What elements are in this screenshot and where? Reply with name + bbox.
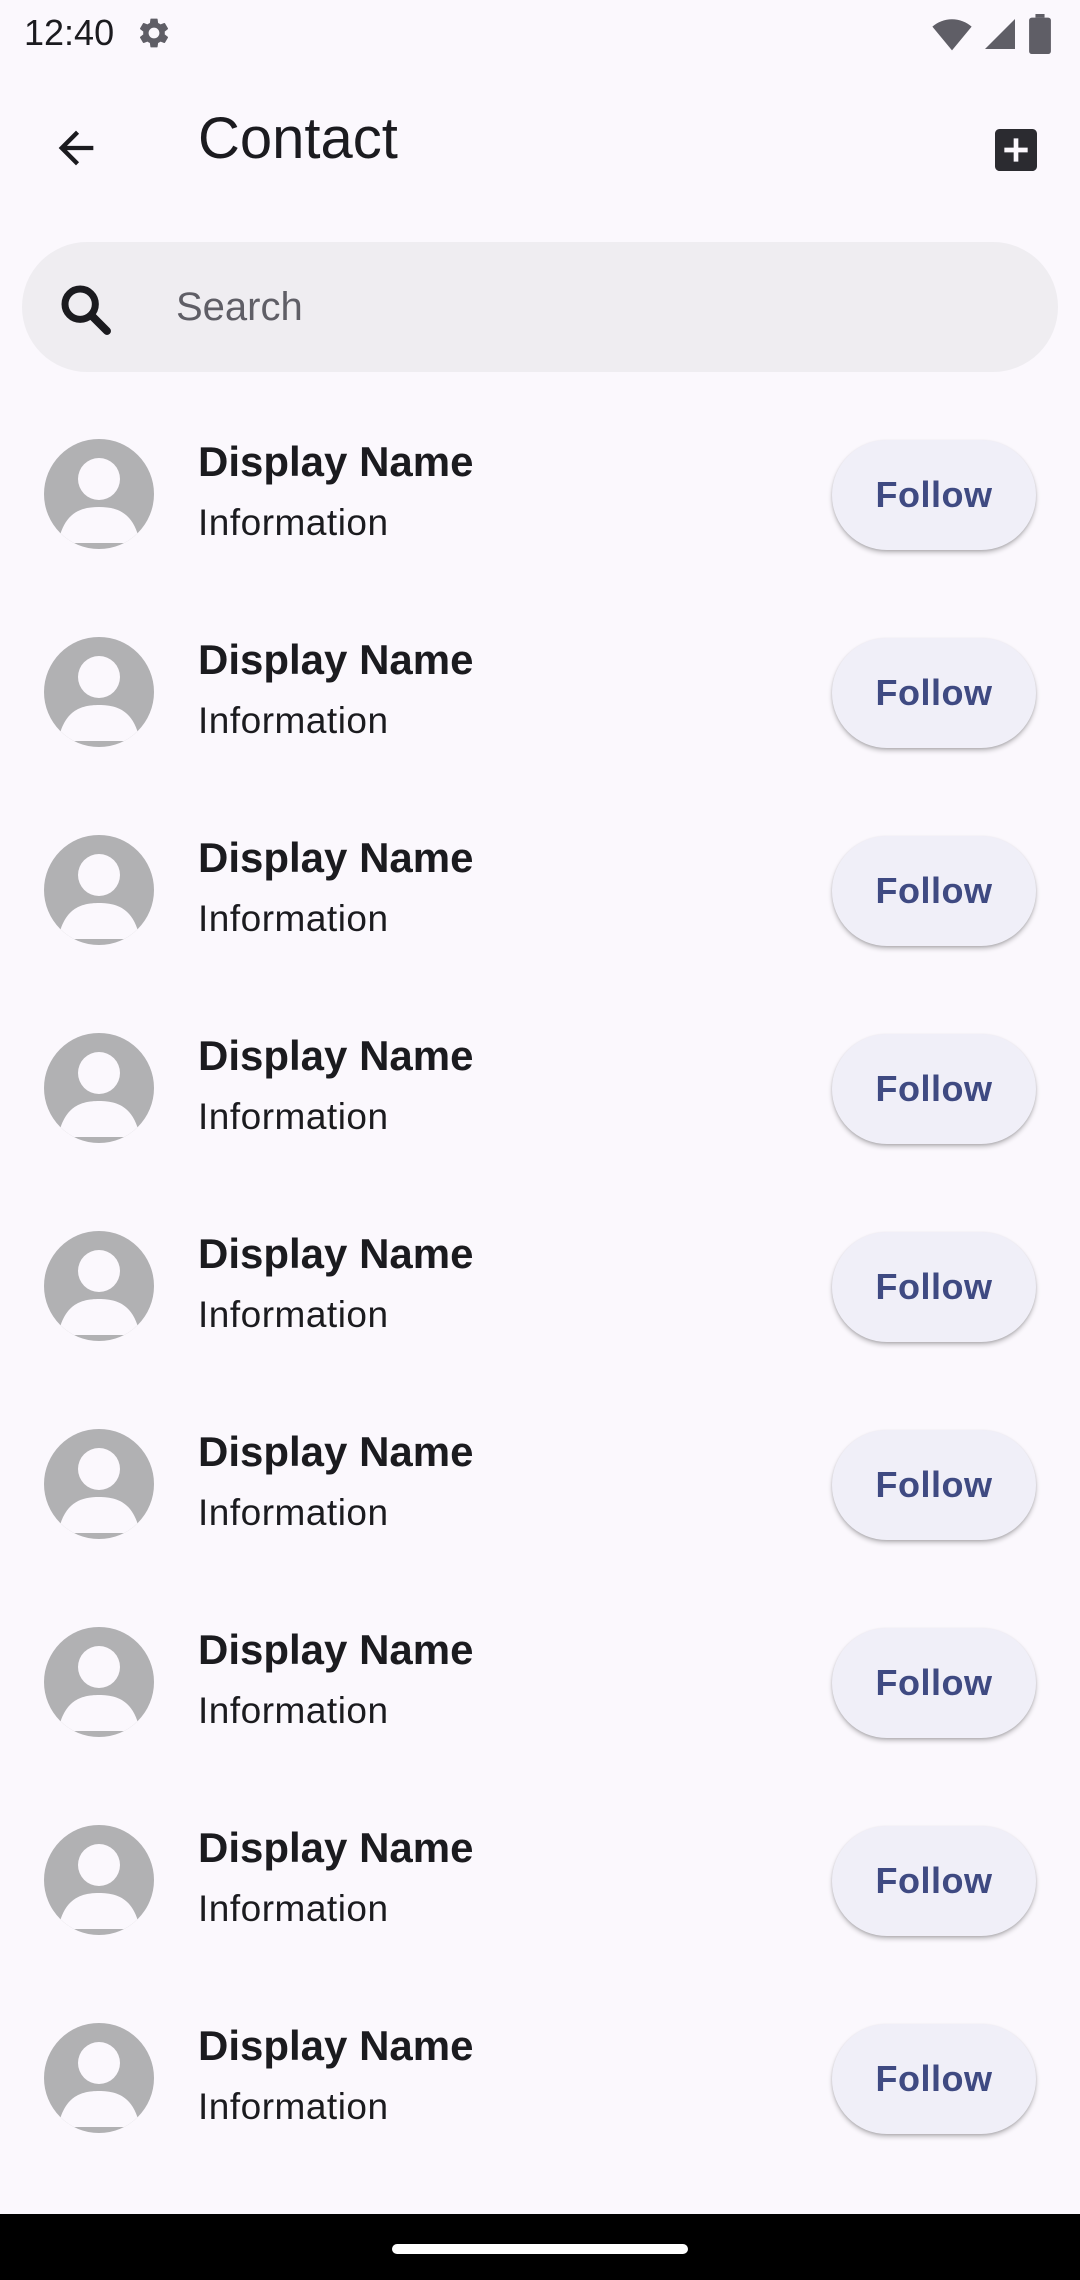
status-icons: [932, 14, 1052, 54]
list-item[interactable]: Display Name Information Follow: [0, 396, 1080, 594]
follow-button[interactable]: Follow: [832, 440, 1036, 550]
follow-button[interactable]: Follow: [832, 1232, 1036, 1342]
contact-name: Display Name: [198, 1230, 474, 1277]
contact-list: Display Name Information Follow Display …: [0, 396, 1080, 2178]
home-gesture-handle[interactable]: [392, 2244, 688, 2254]
follow-button[interactable]: Follow: [832, 638, 1036, 748]
follow-button[interactable]: Follow: [832, 2024, 1036, 2134]
app-bar: Contact: [0, 66, 1080, 220]
contact-name: Display Name: [198, 636, 474, 683]
list-item[interactable]: Display Name Information Follow: [0, 1782, 1080, 1980]
avatar: [44, 1231, 154, 1341]
follow-button[interactable]: Follow: [832, 1430, 1036, 1540]
battery-icon: [1029, 14, 1051, 54]
person-icon: [58, 1646, 140, 1731]
person-icon: [58, 2042, 140, 2127]
list-item[interactable]: Display Name Information Follow: [0, 1188, 1080, 1386]
status-time: 12:40: [24, 12, 115, 53]
add-contact-button[interactable]: [980, 114, 1052, 186]
follow-button[interactable]: Follow: [832, 1034, 1036, 1144]
person-icon: [58, 1844, 140, 1929]
search-bar[interactable]: [22, 242, 1058, 372]
avatar: [44, 1429, 154, 1539]
back-button[interactable]: [36, 108, 116, 188]
avatar: [44, 439, 154, 549]
contact-info: Information: [198, 1492, 389, 1533]
page-title: Contact: [198, 106, 398, 171]
person-icon: [58, 1448, 140, 1533]
avatar: [44, 1627, 154, 1737]
search-input[interactable]: [152, 242, 1012, 372]
arrow-back-icon: [58, 130, 94, 166]
list-item[interactable]: Display Name Information Follow: [0, 1980, 1080, 2178]
contact-info: Information: [198, 1096, 389, 1137]
avatar: [44, 1033, 154, 1143]
person-icon: [58, 1052, 140, 1137]
contact-info: Information: [198, 898, 389, 939]
avatar: [44, 637, 154, 747]
list-item[interactable]: Display Name Information Follow: [0, 594, 1080, 792]
avatar: [44, 1825, 154, 1935]
person-icon: [58, 1250, 140, 1335]
contact-name: Display Name: [198, 834, 474, 881]
person-icon: [58, 854, 140, 939]
list-item[interactable]: Display Name Information Follow: [0, 990, 1080, 1188]
person-icon: [58, 458, 140, 543]
person-icon: [58, 656, 140, 741]
contact-name: Display Name: [198, 1428, 474, 1475]
contact-name: Display Name: [198, 1824, 474, 1871]
contact-info: Information: [198, 1690, 389, 1731]
contact-name: Display Name: [198, 2022, 474, 2069]
contact-screen: 12:40 Contact Search Display Name Inform…: [0, 0, 1080, 2280]
follow-button[interactable]: Follow: [832, 1628, 1036, 1738]
contact-name: Display Name: [198, 1032, 474, 1079]
status-bar: 12:40: [0, 0, 1080, 66]
contact-info: Information: [198, 2086, 389, 2127]
contact-info: Information: [198, 700, 389, 741]
list-item[interactable]: Display Name Information Follow: [0, 792, 1080, 990]
avatar: [44, 2023, 154, 2133]
signal-icon: [985, 19, 1015, 49]
contact-info: Information: [198, 502, 389, 543]
list-item[interactable]: Display Name Information Follow: [0, 1386, 1080, 1584]
contact-name: Display Name: [198, 438, 474, 485]
wifi-icon: [932, 19, 972, 51]
gear-icon: [139, 18, 169, 48]
contact-info: Information: [198, 1294, 389, 1335]
search-icon: [61, 285, 111, 335]
list-item[interactable]: Display Name Information Follow: [0, 1584, 1080, 1782]
follow-button[interactable]: Follow: [832, 1826, 1036, 1936]
navigation-bar: [0, 2214, 1080, 2280]
contact-info: Information: [198, 1888, 389, 1929]
contact-name: Display Name: [198, 1626, 474, 1673]
add-box-icon: [995, 129, 1037, 171]
avatar: [44, 835, 154, 945]
follow-button[interactable]: Follow: [832, 836, 1036, 946]
